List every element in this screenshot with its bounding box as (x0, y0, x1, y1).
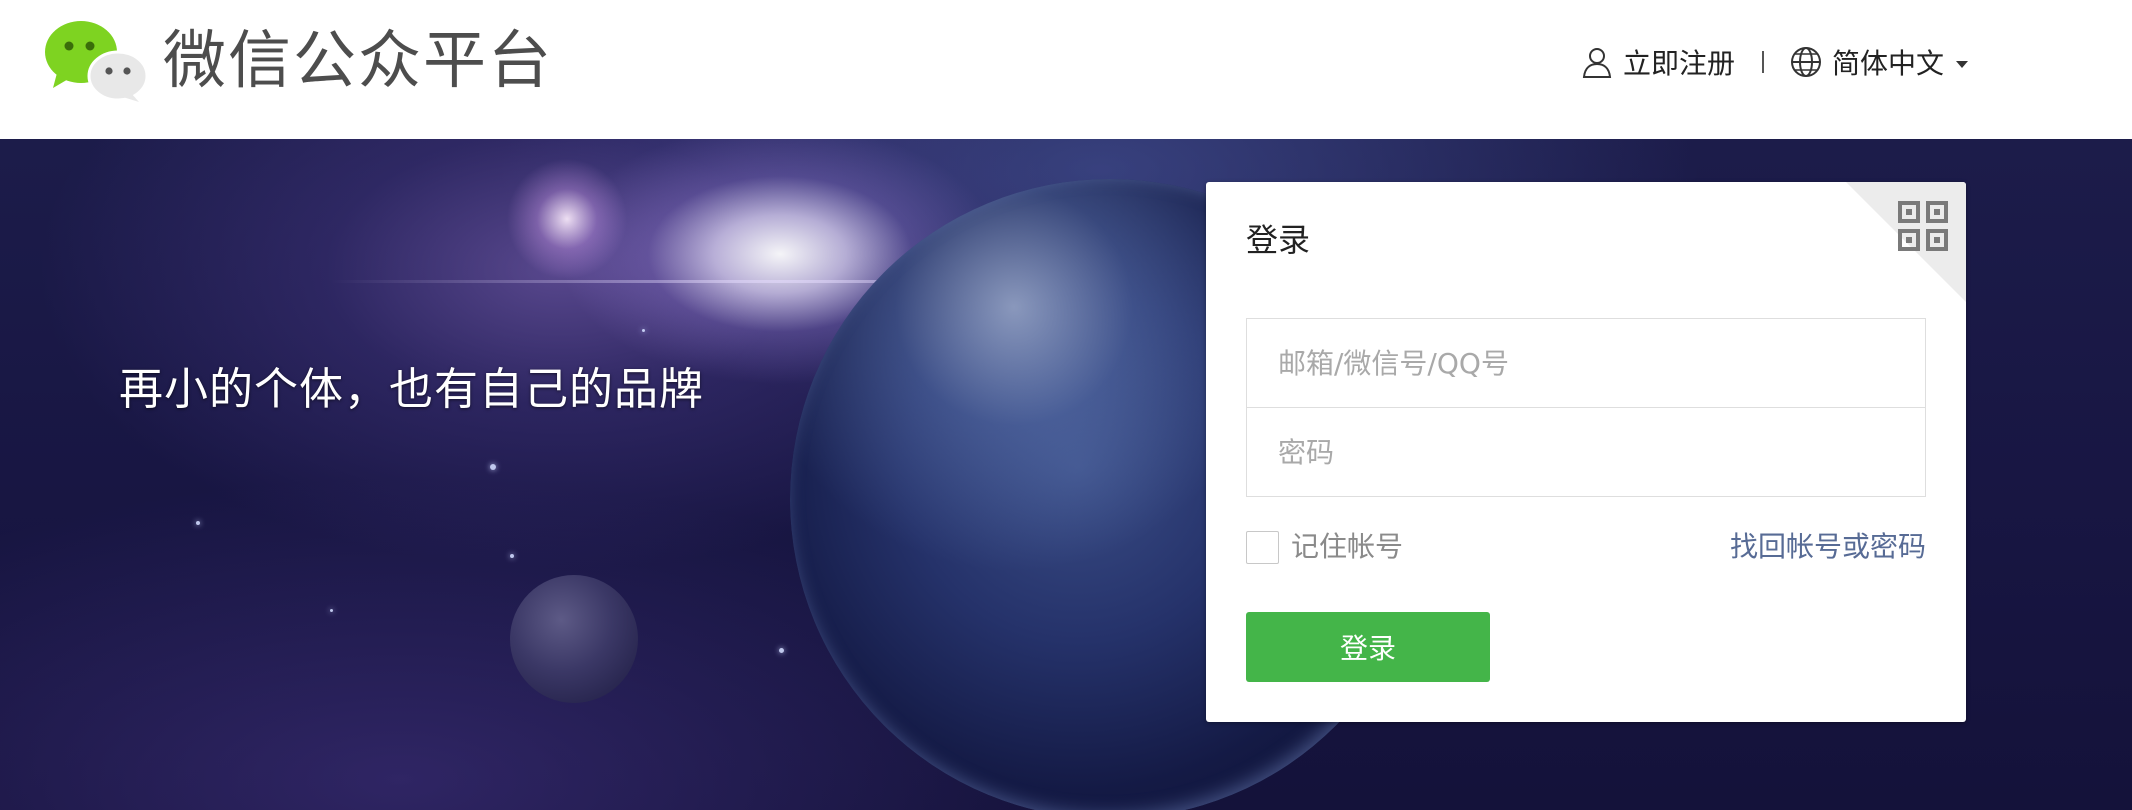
top-header: 微信公众平台 立即注册 简体中文 (0, 0, 2132, 139)
header-nav: 立即注册 简体中文 (1580, 40, 1968, 84)
password-input[interactable] (1247, 408, 1925, 496)
language-selector[interactable]: 简体中文 (1789, 42, 1968, 82)
register-link[interactable]: 立即注册 (1580, 42, 1735, 82)
account-input[interactable] (1247, 319, 1925, 407)
banner-slogan: 再小的个体，也有自己的品牌 (119, 364, 704, 415)
qr-code-icon[interactable] (1898, 201, 1948, 251)
forgot-password-link[interactable]: 找回帐号或密码 (1730, 530, 1926, 564)
register-label: 立即注册 (1622, 47, 1735, 80)
login-title: 登录 (1246, 221, 1311, 259)
moon-illustration (510, 575, 638, 703)
nav-divider (1761, 51, 1764, 73)
qr-login-corner[interactable] (1846, 182, 1966, 302)
caret-down-icon (1956, 60, 1968, 68)
brand-title: 微信公众平台 (163, 24, 553, 97)
account-field (1246, 318, 1926, 408)
star (196, 521, 200, 525)
remember-account[interactable]: 记住帐号 (1246, 530, 1403, 564)
login-button[interactable]: 登录 (1246, 612, 1490, 682)
user-icon (1582, 48, 1612, 78)
login-panel: 登录 记住帐号 找回帐号或密码 登录 (1206, 182, 1966, 722)
remember-checkbox[interactable] (1246, 530, 1279, 564)
remember-label: 记住帐号 (1291, 530, 1404, 563)
star (779, 648, 784, 653)
wechat-logo-icon[interactable] (43, 18, 149, 102)
star (642, 329, 645, 332)
star (330, 609, 333, 612)
star (490, 464, 496, 470)
language-label: 简体中文 (1831, 47, 1944, 80)
password-field (1246, 407, 1926, 497)
star (510, 554, 514, 558)
globe-icon (1790, 47, 1821, 77)
